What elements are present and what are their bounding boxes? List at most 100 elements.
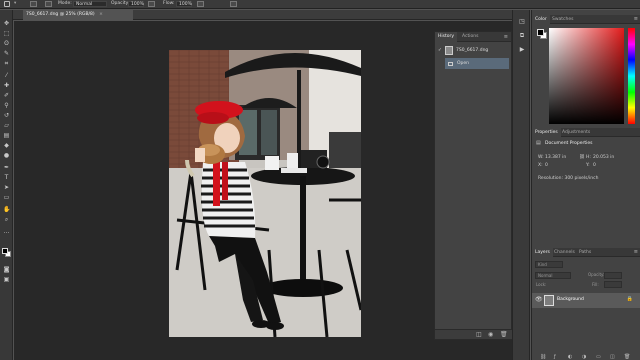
brush-size-preset-icon[interactable] xyxy=(30,1,37,7)
opacity-label: Opacity: xyxy=(111,1,130,6)
layer-name: Background xyxy=(557,297,584,302)
tab-history[interactable]: History xyxy=(435,32,458,42)
history-dock-tabs: History Actions ≡ xyxy=(435,32,511,42)
history-dock: History Actions ≡ ✓ 7S0_6617.dng Open ◫ … xyxy=(434,31,512,340)
y-value[interactable]: 0 xyxy=(593,163,596,168)
photo-image xyxy=(169,50,361,337)
panel-menu-icon[interactable]: ≡ xyxy=(634,248,638,257)
layer-fill-field[interactable] xyxy=(604,281,622,288)
history-state-label: Open xyxy=(457,61,470,66)
airbrush-icon[interactable] xyxy=(197,1,204,7)
play-action-icon[interactable]: ▶ xyxy=(518,46,526,54)
trash-icon[interactable]: 🗑 xyxy=(500,331,508,338)
folder-icon[interactable]: ▭ xyxy=(596,354,601,360)
layers-panel-tabs: Layers Channels Paths ≡ xyxy=(532,248,640,257)
layer-kind-filter[interactable]: Kind xyxy=(535,261,563,268)
gradient-tool-icon[interactable]: ▤ xyxy=(3,132,10,139)
properties-panel-tabs: Properties Adjustments xyxy=(532,128,640,137)
color-picker-field[interactable] xyxy=(549,28,624,124)
mode-label: Mode: xyxy=(58,1,72,6)
hand-tool-icon[interactable]: ✋ xyxy=(3,206,10,213)
x-value[interactable]: 0 xyxy=(545,163,548,168)
layer-comps-icon[interactable]: ⧉ xyxy=(518,32,526,40)
color-panel-tabs: Color Swatches ≡ xyxy=(532,15,640,24)
tab-paths[interactable]: Paths xyxy=(576,248,594,257)
fx-icon[interactable]: ƒ xyxy=(554,354,556,360)
quick-select-tool-icon[interactable]: ✎ xyxy=(3,50,10,57)
resolution-text: Resolution: 300 pixels/inch xyxy=(538,176,599,181)
new-document-from-state-icon[interactable]: ◫ xyxy=(476,331,482,338)
x-label: X: xyxy=(538,163,543,168)
more-tools-icon[interactable]: … xyxy=(3,228,10,235)
height-value[interactable]: 20.053 in xyxy=(593,155,614,160)
clone-stamp-tool-icon[interactable]: ⚲ xyxy=(3,102,10,109)
close-icon[interactable]: × xyxy=(99,12,103,17)
type-tool-icon[interactable]: T xyxy=(3,174,10,181)
flow-field[interactable]: 100% xyxy=(176,1,192,7)
eraser-tool-icon[interactable]: ▱ xyxy=(3,122,10,129)
blur-tool-icon[interactable]: ◆ xyxy=(3,142,10,149)
screen-mode-icon[interactable]: ▣ xyxy=(3,276,10,283)
open-state-icon xyxy=(448,62,453,66)
lasso-tool-icon[interactable]: ʘ xyxy=(3,40,10,47)
document-tab[interactable]: 7S0_6617.dng @ 25% (RGB/8) × xyxy=(23,10,133,20)
photo-canvas[interactable] xyxy=(169,50,361,337)
mode-select[interactable]: Normal xyxy=(73,1,107,7)
pressure-size-icon[interactable] xyxy=(230,1,237,7)
hue-slider[interactable] xyxy=(628,28,635,124)
pressure-opacity-icon[interactable] xyxy=(148,1,155,7)
brush-tool-icon[interactable]: ✐ xyxy=(3,92,10,99)
link-layers-icon[interactable]: ⛓ xyxy=(540,354,546,360)
tab-properties[interactable]: Properties xyxy=(532,128,561,137)
dodge-tool-icon[interactable]: ● xyxy=(3,152,10,159)
height-label: H: xyxy=(586,155,591,160)
width-value[interactable]: 13.387 in xyxy=(545,155,566,160)
panel-menu-icon[interactable]: ≡ xyxy=(634,15,638,24)
history-state-open[interactable]: Open xyxy=(445,58,509,69)
new-layer-icon[interactable]: ◫ xyxy=(610,354,615,360)
zoom-tool-icon[interactable]: ⌕ xyxy=(3,216,10,223)
quick-mask-icon[interactable]: ◙ xyxy=(3,266,10,273)
crop-tool-icon[interactable]: ⌗ xyxy=(3,60,10,67)
history-brush-tool-icon[interactable]: ↺ xyxy=(3,112,10,119)
tab-color[interactable]: Color xyxy=(532,15,550,24)
rectangle-tool-icon[interactable]: ▭ xyxy=(3,194,10,201)
tab-layers[interactable]: Layers xyxy=(532,248,553,257)
eyedropper-tool-icon[interactable]: ⁄ xyxy=(3,72,10,79)
snapshot-source-icon[interactable]: ✓ xyxy=(438,45,442,56)
collapsed-panel-strip: ◳ ⧉ ▶ xyxy=(512,10,530,360)
trash-icon[interactable]: 🗑 xyxy=(624,354,630,360)
tab-swatches[interactable]: Swatches xyxy=(549,15,577,24)
panel-menu-icon[interactable]: ≡ xyxy=(504,32,508,42)
eye-icon[interactable]: 👁 xyxy=(535,296,543,303)
mask-icon[interactable]: ◐ xyxy=(568,354,572,360)
snapshot-name: 7S0_6617.dng xyxy=(456,48,489,53)
layer-opacity-field[interactable] xyxy=(604,272,622,279)
flow-label: Flow: xyxy=(163,1,175,6)
right-panel-dock: Color Swatches ≡ Properties Adjustments … xyxy=(531,10,640,360)
chevron-down-icon[interactable]: ▾ xyxy=(14,1,16,7)
link-icon[interactable]: ⛓ xyxy=(579,155,585,160)
layer-blend-mode[interactable]: Normal xyxy=(535,272,571,279)
tab-adjustments[interactable]: Adjustments xyxy=(559,128,593,137)
tab-actions[interactable]: Actions xyxy=(459,32,481,42)
history-panel-icon[interactable]: ◳ xyxy=(518,18,526,26)
opacity-field[interactable]: 100% xyxy=(128,1,144,7)
lock-icon: 🔒 xyxy=(626,296,633,302)
adjustment-layer-icon[interactable]: ◑ xyxy=(582,354,586,360)
foreground-color-swatch[interactable] xyxy=(2,248,8,254)
new-snapshot-icon[interactable]: ◉ xyxy=(488,331,493,338)
brush-panel-toggle-icon[interactable] xyxy=(45,1,52,7)
path-selection-tool-icon[interactable]: ➤ xyxy=(3,184,10,191)
pen-tool-icon[interactable]: ✒ xyxy=(3,164,10,171)
layer-row-background[interactable]: 👁 Background 🔒 xyxy=(532,293,640,308)
healing-brush-tool-icon[interactable]: ✚ xyxy=(3,82,10,89)
move-tool-icon[interactable]: ✥ xyxy=(3,20,10,27)
brush-tool-icon[interactable] xyxy=(4,1,10,7)
history-snapshot[interactable]: ✓ 7S0_6617.dng xyxy=(435,45,512,56)
width-label: W: xyxy=(538,155,544,160)
marquee-tool-icon[interactable]: ⬚ xyxy=(3,30,10,37)
document-icon: ▤ xyxy=(536,140,541,146)
tab-channels[interactable]: Channels xyxy=(551,248,578,257)
color-panel-foreground[interactable] xyxy=(537,29,544,36)
